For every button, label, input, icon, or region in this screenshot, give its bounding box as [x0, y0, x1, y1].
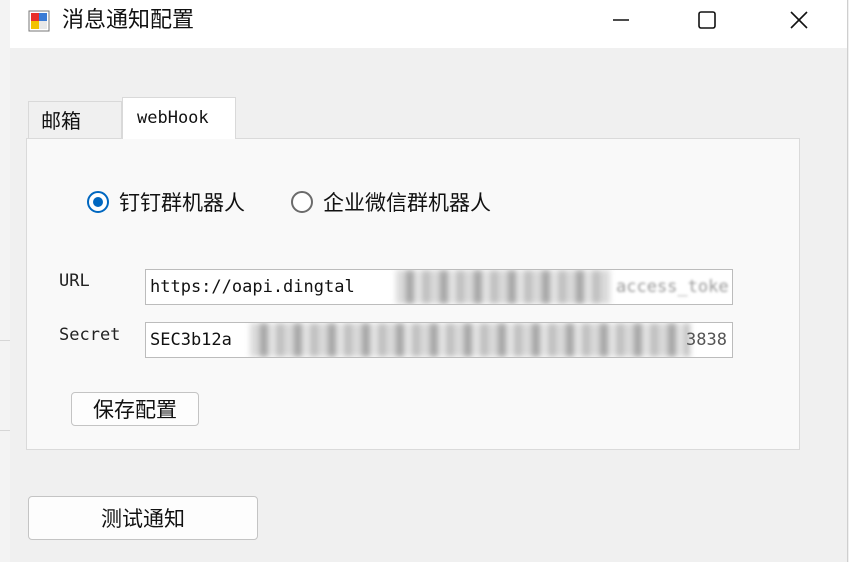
secret-label: Secret	[59, 325, 121, 345]
app-icon	[28, 10, 50, 32]
maximize-icon	[698, 11, 716, 29]
url-value: https://oapi.dingtal	[150, 277, 355, 297]
radio-unchecked-icon	[291, 191, 313, 213]
minimize-button[interactable]	[598, 0, 644, 40]
save-config-button[interactable]: 保存配置	[71, 392, 199, 426]
radio-dingtalk[interactable]: 钉钉群机器人	[87, 187, 245, 217]
tab-webhook[interactable]: webHook	[122, 97, 236, 139]
test-notify-button[interactable]: 测试通知	[28, 496, 258, 540]
maximize-button[interactable]	[684, 0, 730, 40]
background-divider	[0, 340, 10, 341]
webhook-panel: 钉钉群机器人 企业微信群机器人 URL https://oapi.dingtal…	[26, 138, 800, 450]
radio-checked-icon	[87, 191, 109, 213]
radio-wecom-label: 企业微信群机器人	[323, 191, 491, 215]
redacted-region	[250, 323, 690, 357]
config-dialog: 消息通知配置 邮箱 webHook 钉钉群机器人 企业微信群机器人 URL ht…	[10, 0, 848, 562]
minimize-icon	[613, 19, 629, 21]
window-title: 消息通知配置	[62, 8, 195, 33]
secret-input[interactable]: SEC3b12a 3838	[145, 322, 733, 358]
tab-mail[interactable]: 邮箱	[28, 101, 122, 139]
secret-tail: 3838	[686, 330, 727, 350]
background-text-fragment	[0, 44, 8, 66]
url-label: URL	[59, 271, 90, 291]
secret-value: SEC3b12a	[150, 330, 232, 350]
title-bar[interactable]: 消息通知配置	[10, 0, 847, 48]
close-button[interactable]	[776, 0, 822, 40]
url-input[interactable]: https://oapi.dingtal access_toke	[145, 269, 733, 305]
redacted-region	[396, 270, 610, 304]
radio-wecom[interactable]: 企业微信群机器人	[291, 187, 491, 217]
radio-dingtalk-label: 钉钉群机器人	[119, 191, 245, 215]
background-divider	[0, 430, 10, 431]
url-tail: access_toke	[616, 277, 729, 297]
close-icon	[790, 11, 808, 29]
